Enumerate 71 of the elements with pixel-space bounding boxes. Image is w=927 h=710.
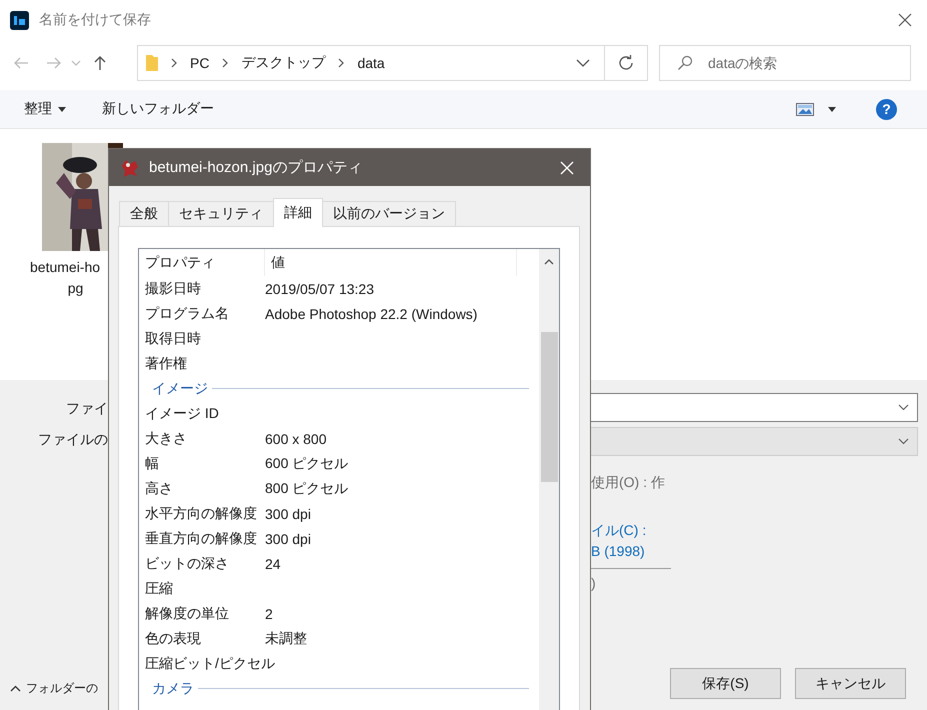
property-name: 圧縮ビット/ピクセル [144, 654, 275, 672]
close-icon[interactable] [898, 13, 912, 27]
property-value: 600 x 800 [265, 430, 326, 446]
property-name: 大きさ [144, 430, 188, 448]
breadcrumb[interactable]: data [357, 55, 385, 71]
file-name: betumei-ho [30, 258, 100, 277]
column-header[interactable]: プロパティ [139, 249, 265, 276]
file-icon [119, 158, 141, 178]
property-value: 300 dpi [265, 530, 311, 546]
property-value: 未調整 [265, 630, 307, 648]
group-header: イメージ [152, 380, 208, 398]
breadcrumb[interactable]: デスクトップ [241, 54, 326, 72]
property-value: 800 ピクセル [265, 480, 348, 498]
chevron-icon [337, 58, 346, 68]
chevron-icon [10, 685, 21, 692]
group-header: カメラ [152, 680, 194, 698]
property-name: ビットの深さ [144, 554, 230, 572]
chevron-icon [170, 58, 178, 68]
app-icon [10, 10, 29, 30]
chevron-icon [898, 404, 909, 411]
property-value: 300 dpi [265, 506, 311, 522]
folder-icon [146, 54, 158, 72]
link[interactable]: B (1998) [591, 541, 671, 562]
property-name: 幅 [144, 454, 160, 472]
caret-icon[interactable] [828, 106, 836, 112]
help-button[interactable]: ? [876, 98, 897, 120]
scrollbar[interactable] [539, 249, 559, 710]
field-label: ファイルの [38, 430, 108, 448]
tab[interactable]: 詳細 [273, 198, 323, 227]
property-name: 著作権 [144, 354, 188, 372]
property-value: 2 [265, 606, 273, 622]
organize-button[interactable]: 整理 [24, 100, 66, 118]
property-name: 取得日時 [144, 330, 202, 348]
dialog-button[interactable]: 保存(S) [670, 668, 781, 699]
dropdown-icon[interactable] [576, 58, 590, 68]
property-value: 24 [265, 556, 281, 572]
option-text: 使用(O) : 作 [591, 473, 666, 492]
search-field[interactable]: dataの検索 [659, 45, 911, 81]
property-name: プログラム名 [144, 304, 230, 322]
property-name: 撮影日時 [144, 280, 202, 298]
property-name: 高さ [144, 480, 174, 498]
field-label: ファイ [66, 399, 108, 417]
refresh-icon[interactable] [618, 55, 634, 71]
dialog-title: betumei-hozon.jpgのプロパティ [149, 158, 364, 177]
property-name: 水平方向の解像度 [144, 504, 258, 522]
chevron-icon [898, 438, 909, 445]
property-value: 2019/05/07 13:23 [265, 280, 374, 296]
property-name: 圧縮 [144, 580, 174, 598]
file-name-field[interactable] [591, 393, 918, 422]
option-text: ) [591, 574, 597, 593]
tab[interactable]: 全般 [119, 201, 169, 226]
property-value: 600 ピクセル [265, 454, 348, 472]
column-header[interactable]: 値 [265, 249, 517, 276]
up-icon[interactable] [92, 55, 108, 71]
address-bar[interactable]: PC デスクトップ data [137, 45, 648, 81]
property-name: 垂直方向の解像度 [144, 530, 258, 548]
property-name: 解像度の単位 [144, 604, 230, 622]
new-folder-button[interactable]: 新しいフォルダー [102, 100, 214, 118]
property-value: Adobe Photoshop 22.2 (Windows) [265, 306, 478, 322]
caret-icon [58, 106, 66, 112]
window-title: 名前を付けて保存 [39, 11, 152, 29]
view-icon[interactable] [796, 102, 814, 116]
file-name: pg [68, 279, 84, 298]
property-name: イメージ ID [144, 404, 220, 422]
chevron-icon [221, 58, 230, 68]
breadcrumb[interactable]: PC [190, 55, 210, 71]
dialog-button[interactable]: キャンセル [795, 668, 906, 699]
folder-toggle[interactable]: フォルダーの [10, 680, 98, 697]
property-name: 色の表現 [144, 630, 202, 648]
tab[interactable]: 以前のバージョン [322, 201, 456, 226]
link[interactable]: イル(C) : [591, 520, 671, 541]
